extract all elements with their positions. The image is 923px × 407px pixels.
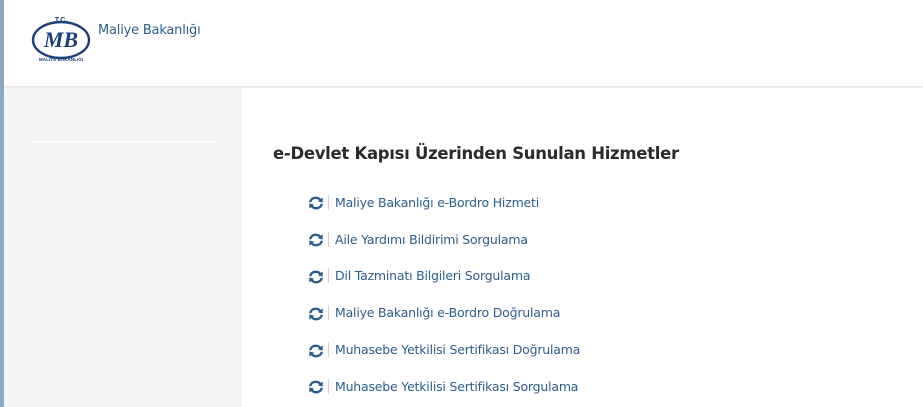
service-link[interactable]: Aile Yardımı Bildirimi Sorgulama xyxy=(335,232,528,247)
refresh-icon xyxy=(308,269,324,284)
service-item[interactable]: Maliye Bakanlığı e-Bordro Doğrulama xyxy=(308,294,580,331)
site-header: T.C. MB MALİYE BAKANLIĞI Maliye Bakanlığ… xyxy=(4,0,923,87)
agency-name[interactable]: Maliye Bakanlığı xyxy=(98,23,201,38)
service-link[interactable]: Maliye Bakanlığı e-Bordro Hizmeti xyxy=(335,195,539,210)
section-title: e-Devlet Kapısı Üzerinden Sunulan Hizmet… xyxy=(273,144,679,163)
main-content: e-Devlet Kapısı Üzerinden Sunulan Hizmet… xyxy=(242,88,923,407)
service-link[interactable]: Dil Tazminatı Bilgileri Sorgulama xyxy=(335,268,531,283)
sidebar xyxy=(4,88,242,407)
refresh-icon xyxy=(308,379,324,394)
service-list: Maliye Bakanlığı e-Bordro Hizmeti Aile Ya… xyxy=(308,184,580,405)
service-separator xyxy=(328,378,329,394)
ministry-logo-icon[interactable]: T.C. MB MALİYE BAKANLIĞI xyxy=(30,14,92,64)
logo-main-text: MB xyxy=(43,27,78,52)
page: T.C. MB MALİYE BAKANLIĞI Maliye Bakanlığ… xyxy=(0,0,923,407)
service-link[interactable]: Maliye Bakanlığı e-Bordro Doğrulama xyxy=(335,305,560,320)
refresh-icon xyxy=(308,232,324,247)
service-separator xyxy=(328,194,329,210)
service-separator xyxy=(328,342,329,358)
refresh-icon xyxy=(308,306,324,321)
sidebar-divider xyxy=(30,141,216,142)
refresh-icon xyxy=(308,343,324,357)
service-link[interactable]: Muhasebe Yetkilisi Sertifikası Sorgulama xyxy=(335,379,578,394)
service-item[interactable]: Aile Yardımı Bildirimi Sorgulama xyxy=(308,221,580,258)
refresh-icon xyxy=(308,195,324,210)
service-separator xyxy=(328,231,329,247)
logo-top-text: T.C. xyxy=(55,17,68,24)
service-link[interactable]: Muhasebe Yetkilisi Sertifikası Doğrulama xyxy=(335,342,580,357)
service-item[interactable]: Muhasebe Yetkilisi Sertifikası Sorgulama xyxy=(308,368,580,405)
service-separator xyxy=(328,305,329,321)
logo-bottom-text: MALİYE BAKANLIĞI xyxy=(39,55,83,62)
service-item[interactable]: Maliye Bakanlığı e-Bordro Hizmeti xyxy=(308,184,580,221)
service-item[interactable]: Muhasebe Yetkilisi Sertifikası Doğrulama xyxy=(308,331,580,368)
service-separator xyxy=(328,268,329,284)
service-item[interactable]: Dil Tazminatı Bilgileri Sorgulama xyxy=(308,258,580,295)
